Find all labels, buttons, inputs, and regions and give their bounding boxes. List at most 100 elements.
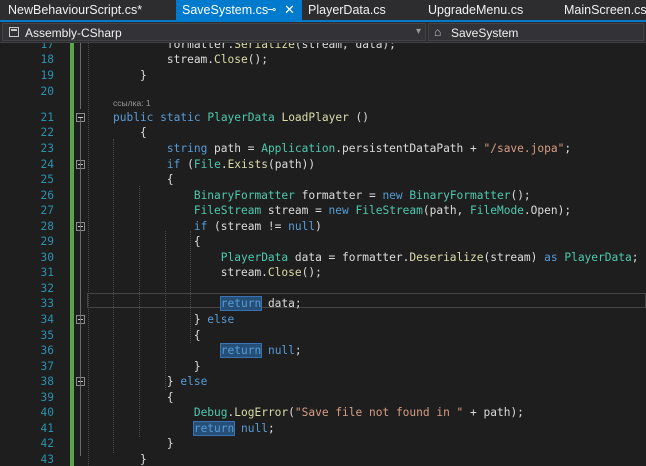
code-line[interactable]: 31 stream.Close(); <box>0 265 646 280</box>
code-token: FileStream <box>355 204 423 217</box>
line-number: 39 <box>40 391 54 404</box>
code-line[interactable]: 32 <box>0 281 646 296</box>
tab-upgrademenu[interactable]: UpgradeMenu.cs <box>422 0 557 20</box>
code-token: BinaryFormatter <box>193 189 295 202</box>
line-number: 24 <box>40 158 54 171</box>
tab-mainscreen[interactable]: MainScreen.cs <box>558 0 646 20</box>
line-number: 17 <box>40 43 54 51</box>
code-text: { <box>113 172 174 187</box>
chevron-down-icon[interactable]: ▾ <box>416 23 421 41</box>
code-line[interactable]: 41 return null; <box>0 421 646 436</box>
code-text: } else <box>113 374 207 389</box>
code-text: if (File.Exists(path)) <box>113 157 315 172</box>
code-line[interactable]: 39 { <box>0 390 646 405</box>
code-token: null <box>241 422 268 435</box>
code-token: if <box>193 220 208 233</box>
code-token: (stream, data); <box>294 43 396 51</box>
code-token: { <box>113 126 147 139</box>
code-editor[interactable]: ссылка: 1 17 formatter.Serialize(stream,… <box>0 43 646 466</box>
type-dropdown[interactable]: ⌂ SaveSystem <box>428 23 644 41</box>
code-line[interactable]: 30 PlayerData data = formatter.Deseriali… <box>0 250 646 265</box>
code-line[interactable]: 26 BinaryFormatter formatter = new Binar… <box>0 188 646 203</box>
code-line[interactable]: 19 } <box>0 68 646 83</box>
code-line[interactable]: 21 public static PlayerData LoadPlayer () <box>0 110 646 125</box>
outline-guide <box>80 376 81 451</box>
code-text: stream.Close(); <box>113 52 268 67</box>
line-number: 25 <box>40 173 54 186</box>
code-token: data = formatter. <box>288 251 410 264</box>
code-token: public <box>113 111 154 124</box>
code-token: null <box>288 220 316 233</box>
code-token: path = <box>207 142 262 155</box>
code-token: File <box>193 158 221 171</box>
code-token: as <box>544 251 558 264</box>
line-number: 34 <box>40 313 54 326</box>
codelens-references[interactable]: ссылка: 1 <box>113 98 151 108</box>
code-line[interactable]: 40 Debug.LogError("Save file not found i… <box>0 405 646 420</box>
code-token: ( <box>180 158 194 171</box>
close-icon[interactable]: ✕ <box>284 0 295 20</box>
line-number: 40 <box>40 406 54 419</box>
code-line[interactable]: 23 string path = Application.persistentD… <box>0 141 646 156</box>
code-token: ) <box>315 220 322 233</box>
code-token: Close <box>214 53 248 66</box>
code-token: } <box>113 453 147 466</box>
code-line[interactable]: 27 FileStream stream = new FileStream(pa… <box>0 203 646 218</box>
highlighted-return-keyword: return <box>219 343 263 358</box>
code-text: { <box>113 390 174 405</box>
project-dropdown[interactable]: Assembly-CSharp ▾ <box>2 23 426 41</box>
code-text: stream.Close(); <box>113 265 322 280</box>
code-token: Deserialize <box>409 251 484 264</box>
code-text: } <box>113 68 147 83</box>
code-token: Exists <box>227 158 268 171</box>
tab-playerdata[interactable]: PlayerData.cs <box>302 0 422 20</box>
code-line[interactable]: 34 } else <box>0 312 646 327</box>
code-text: Debug.LogError("Save file not found in "… <box>113 405 524 420</box>
line-number: 41 <box>40 422 54 435</box>
code-line[interactable]: 43 } <box>0 452 646 466</box>
code-line[interactable]: 37 } <box>0 359 646 374</box>
code-token: stream = <box>261 204 329 217</box>
line-number: 38 <box>40 375 54 388</box>
code-line[interactable]: 36 return null; <box>0 343 646 358</box>
line-number: 36 <box>40 344 54 357</box>
line-number: 33 <box>40 297 54 310</box>
tab-newbehaviourscript[interactable]: NewBehaviourScript.cs* <box>2 0 178 20</box>
code-token: Close <box>267 266 302 279</box>
code-token: ; <box>564 142 572 155</box>
code-token: (); <box>247 53 268 66</box>
outline-guide <box>80 216 81 305</box>
line-number: 27 <box>40 204 54 217</box>
tab-savesystem[interactable]: SaveSystem.cs ⊸ ✕ <box>176 0 302 20</box>
code-token: (stream != <box>207 220 289 233</box>
code-line[interactable]: 28 if (stream != null) <box>0 219 646 234</box>
code-line[interactable]: 20 <box>0 84 646 99</box>
code-line[interactable]: 25 { <box>0 172 646 187</box>
code-line[interactable]: 24 if (File.Exists(path)) <box>0 157 646 172</box>
code-line[interactable]: 22 { <box>0 125 646 140</box>
line-number: 37 <box>40 360 54 373</box>
indent-guide <box>139 186 140 437</box>
code-line[interactable]: 42 } <box>0 436 646 451</box>
pin-icon[interactable]: ⊸ <box>267 0 276 20</box>
code-text: } <box>113 436 174 451</box>
code-line[interactable]: 17 formatter.Serialize(stream, data); <box>0 43 646 52</box>
indent-guide <box>88 43 89 466</box>
code-token: (path, <box>422 204 471 217</box>
code-token: { <box>113 329 201 342</box>
code-line[interactable]: 33 return data; <box>0 296 646 311</box>
code-text: formatter.Serialize(stream, data); <box>113 43 396 52</box>
code-line[interactable]: 35 { <box>0 328 646 343</box>
code-line[interactable]: 18 stream.Close(); <box>0 52 646 67</box>
code-line[interactable]: 38 } else <box>0 374 646 389</box>
code-token: .persistentDataPath + <box>335 142 484 155</box>
code-line[interactable]: 29 { <box>0 234 646 249</box>
